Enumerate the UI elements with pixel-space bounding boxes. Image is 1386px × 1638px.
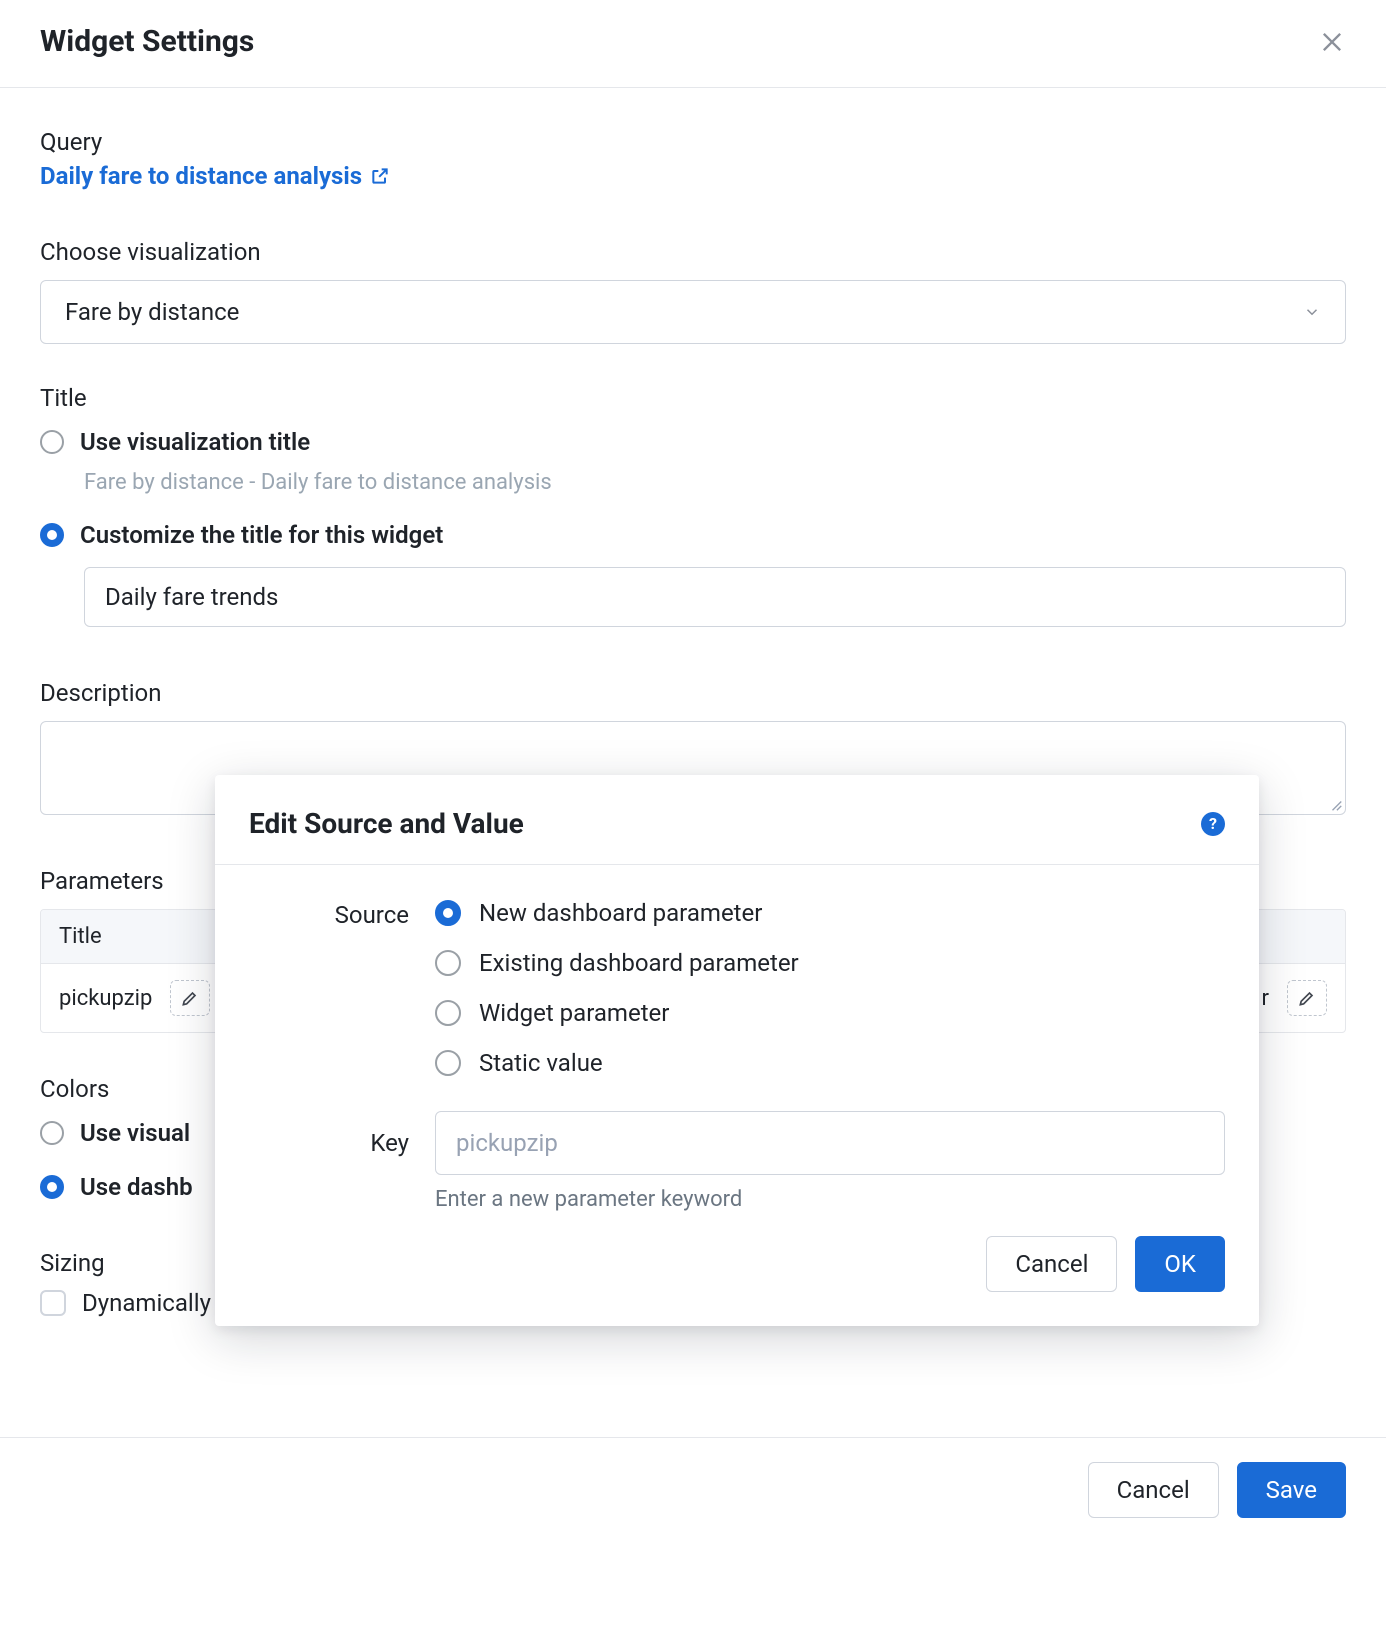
radio-label: Existing dashboard parameter [479, 949, 799, 977]
checkbox-indicator [40, 1290, 66, 1316]
dialog-title: Widget Settings [40, 24, 254, 59]
radio-indicator [40, 430, 64, 454]
visualization-select[interactable]: Fare by distance [40, 280, 1346, 344]
radio-indicator [435, 900, 461, 926]
help-icon: ? [1209, 814, 1217, 833]
radio-new-dashboard-parameter[interactable]: New dashboard parameter [435, 899, 1225, 927]
query-section: Query Daily fare to distance analysis [40, 128, 1346, 190]
key-input[interactable]: pickupzip [435, 1111, 1225, 1175]
radio-existing-dashboard-parameter[interactable]: Existing dashboard parameter [435, 949, 1225, 977]
resize-handle-icon [1329, 798, 1343, 812]
radio-label: Use visual [80, 1119, 190, 1147]
dialog-footer: Cancel Save [0, 1437, 1386, 1542]
parameter-value-truncated: r [1262, 986, 1269, 1011]
modal-cancel-button[interactable]: Cancel [986, 1236, 1117, 1292]
modal-ok-button[interactable]: OK [1135, 1236, 1225, 1292]
edit-parameter-button[interactable] [170, 980, 210, 1016]
radio-indicator [435, 1000, 461, 1026]
help-button[interactable]: ? [1201, 812, 1225, 836]
radio-widget-parameter[interactable]: Widget parameter [435, 999, 1225, 1027]
radio-indicator [435, 950, 461, 976]
title-section: Title Use visualization title Fare by di… [40, 384, 1346, 627]
visualization-section: Choose visualization Fare by distance [40, 238, 1346, 344]
query-link[interactable]: Daily fare to distance analysis [40, 162, 390, 190]
radio-use-visualization-title[interactable]: Use visualization title [40, 428, 1346, 456]
visualization-selected-value: Fare by distance [65, 298, 239, 326]
query-link-text: Daily fare to distance analysis [40, 162, 362, 190]
radio-customize-title[interactable]: Customize the title for this widget [40, 521, 1346, 549]
key-input-placeholder: pickupzip [456, 1129, 558, 1157]
pencil-icon [180, 988, 200, 1008]
cancel-button[interactable]: Cancel [1088, 1462, 1219, 1518]
dialog-header: Widget Settings [0, 0, 1386, 88]
radio-label: Use visualization title [80, 428, 310, 456]
modal-source-label: Source [249, 899, 409, 1077]
parameter-name: pickupzip [59, 986, 152, 1011]
chevron-down-icon [1303, 303, 1321, 321]
radio-label: Customize the title for this widget [80, 521, 443, 549]
title-label: Title [40, 384, 1346, 412]
edit-source-modal: Edit Source and Value ? Source New dashb… [215, 775, 1259, 1326]
modal-source-row: Source New dashboard parameter Existing … [249, 899, 1225, 1077]
close-icon [1318, 28, 1346, 56]
visualization-label: Choose visualization [40, 238, 1346, 266]
pencil-icon [1297, 988, 1317, 1008]
radio-label: Widget parameter [479, 999, 669, 1027]
radio-label: New dashboard parameter [479, 899, 762, 927]
radio-label: Static value [479, 1049, 603, 1077]
description-label: Description [40, 679, 1346, 707]
close-button[interactable] [1318, 28, 1346, 56]
visualization-title-preview: Fare by distance - Daily fare to distanc… [84, 470, 1346, 495]
radio-label: Use dashb [80, 1173, 193, 1201]
query-label: Query [40, 128, 1346, 156]
radio-static-value[interactable]: Static value [435, 1049, 1225, 1077]
modal-title: Edit Source and Value [249, 807, 524, 840]
edit-parameter-value-button[interactable] [1287, 980, 1327, 1016]
save-button[interactable]: Save [1237, 1462, 1346, 1518]
external-link-icon [370, 166, 390, 186]
custom-title-input[interactable] [84, 567, 1346, 627]
radio-indicator [40, 1175, 64, 1199]
modal-key-row: Key pickupzip Enter a new parameter keyw… [249, 1111, 1225, 1212]
radio-indicator [40, 1121, 64, 1145]
radio-indicator [435, 1050, 461, 1076]
key-input-hint: Enter a new parameter keyword [435, 1187, 1225, 1212]
radio-indicator [40, 523, 64, 547]
modal-key-label: Key [249, 1111, 409, 1212]
